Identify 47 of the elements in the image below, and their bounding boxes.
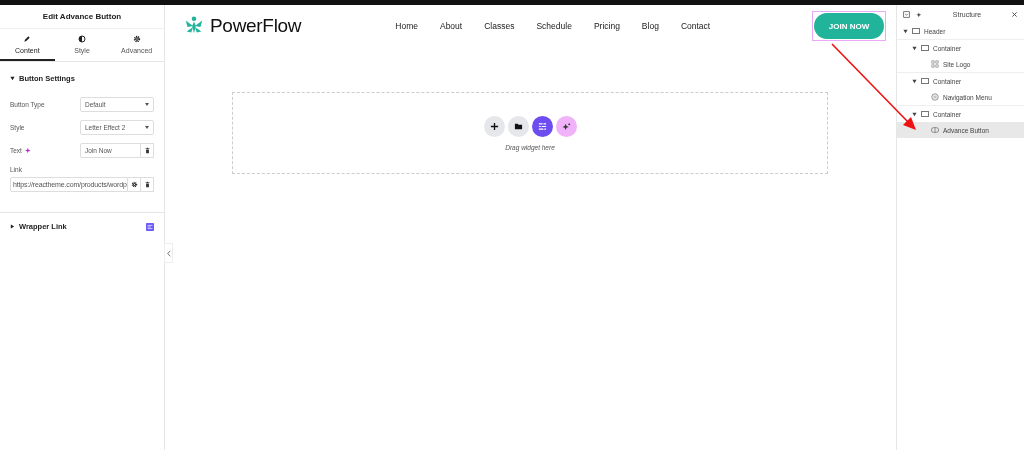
- nav-link[interactable]: About: [439, 21, 463, 31]
- caret-icon[interactable]: [903, 28, 908, 34]
- button-icon: [931, 126, 939, 134]
- delete-button[interactable]: [141, 177, 154, 192]
- container-icon: [912, 27, 920, 35]
- caret-icon: [10, 224, 15, 229]
- caret-icon: [10, 76, 15, 81]
- caret-icon: [145, 125, 149, 129]
- gear-icon: [130, 181, 138, 188]
- nav-link[interactable]: Home: [395, 21, 418, 31]
- nav-link[interactable]: Pricing: [593, 21, 620, 31]
- widget-icon[interactable]: [146, 222, 154, 231]
- nav-link[interactable]: Classes: [484, 21, 515, 31]
- nav-link[interactable]: Blog: [641, 21, 659, 31]
- template-button[interactable]: [507, 115, 529, 137]
- nav-link[interactable]: Schedule: [536, 21, 572, 31]
- contrast-icon: [78, 35, 86, 43]
- caret-icon[interactable]: [912, 45, 917, 51]
- trash-icon: [143, 146, 151, 154]
- plus-icon: [489, 121, 499, 131]
- close-icon[interactable]: [1011, 10, 1018, 18]
- caret-icon[interactable]: [912, 111, 917, 117]
- settings-button[interactable]: [128, 177, 141, 192]
- caret-icon[interactable]: [912, 78, 917, 84]
- panel-icon[interactable]: [903, 10, 910, 18]
- gear-icon: [132, 35, 141, 43]
- grid-icon: [537, 121, 547, 131]
- collapse-handle[interactable]: [164, 243, 173, 263]
- ai-button[interactable]: [555, 115, 577, 137]
- container-icon: [921, 44, 929, 52]
- kit-button[interactable]: [531, 115, 553, 137]
- caret-icon: [145, 102, 149, 106]
- trash-icon: [143, 181, 151, 188]
- container-icon: [921, 110, 929, 118]
- grid-icon: [931, 60, 939, 68]
- site-logo[interactable]: PowerFlow: [210, 15, 302, 37]
- delete-button[interactable]: [141, 142, 154, 158]
- sparkle-icon[interactable]: [24, 146, 32, 154]
- container-icon: [921, 77, 929, 85]
- nav-link[interactable]: Contact: [680, 21, 711, 31]
- sparkle-icon: [561, 121, 571, 131]
- folder-icon: [513, 121, 523, 131]
- menu-icon: [931, 93, 939, 101]
- sparkle-icon[interactable]: [916, 10, 923, 18]
- add-button[interactable]: [483, 115, 505, 137]
- pencil-icon: [23, 35, 32, 43]
- panel-title: Edit Advance Button: [0, 5, 164, 29]
